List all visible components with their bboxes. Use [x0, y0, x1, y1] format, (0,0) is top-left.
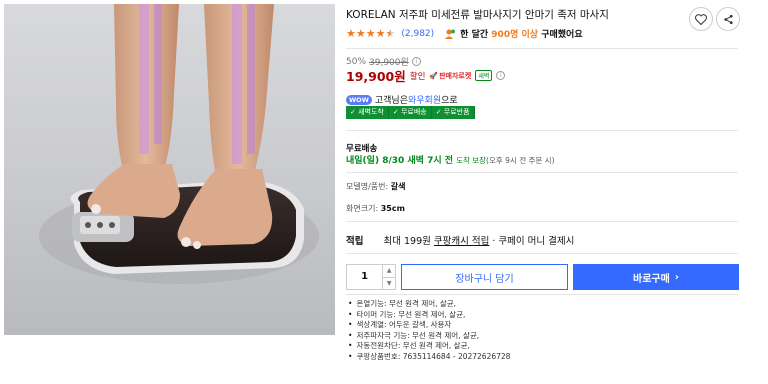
sale-price: 19,900원	[346, 69, 406, 84]
rating-row: ★ ★ ★ ★ ★ (2,982) 한 달간 900명 이상 구매했어요	[346, 27, 583, 40]
price-row: 19,900원 할인 🚀 판매자로켓 새벽 i	[346, 66, 506, 85]
benefit-tags: ✓ 새벽도착 ✓ 무료배송 ✓ 무료반품	[346, 106, 475, 119]
review-count-link[interactable]: (2,982)	[401, 29, 434, 39]
chevron-right-icon: ›	[674, 271, 679, 283]
product-image[interactable]	[4, 4, 335, 335]
seller-badge-label: 판매자로켓	[439, 71, 472, 80]
share-icon	[723, 14, 733, 24]
spec-text: 쿠팡상품번호: 7635114684 - 20272626728	[356, 351, 511, 361]
benefit-free-return: ✓ 무료반품	[431, 106, 475, 119]
divider	[346, 253, 738, 254]
purchase-suffix: 구매했어요	[541, 30, 583, 40]
spec-text: 타이머 기능: 무선 원격 제어, 살균,	[356, 309, 466, 319]
product-title: KORELAN 저주파 미세전류 발마사지기 안마기 족저 마사지	[346, 9, 609, 21]
sale-label: 할인	[409, 71, 426, 82]
option-model: 모델명/품번: 갈색	[346, 181, 405, 192]
wow-member-row: WOW 고객님은 와우회원 으로	[346, 93, 458, 106]
divider	[346, 294, 738, 295]
wow-suffix: 으로	[441, 96, 458, 106]
product-photo	[39, 4, 319, 284]
delivery-date: 내일(일) 8/30 새벽 7시 전	[346, 156, 454, 166]
wow-member-link[interactable]: 와우회원	[408, 93, 441, 106]
option-label: 모델명/품번:	[346, 182, 389, 191]
seller-rocket-badge: 🚀 판매자로켓	[429, 71, 471, 81]
benefit-free-shipping: ✓ 무료배송	[388, 106, 432, 119]
delivery-condition: (오후 9시 전 주문 시)	[486, 156, 555, 165]
info-icon[interactable]: i	[496, 71, 506, 80]
delivery-guarantee: 도착 보장	[456, 156, 487, 165]
purchase-highlight: 900명 이상	[491, 30, 539, 40]
cashback-condition: · 쿠페이 머니 결제시	[492, 236, 575, 247]
wishlist-button[interactable]	[689, 7, 713, 31]
option-value: 35cm	[380, 204, 405, 213]
divider	[346, 48, 738, 49]
star-icon: ★	[365, 27, 376, 40]
cashback-row: 적립 최대 199원 쿠팡캐시 적립 · 쿠페이 머니 결제시	[346, 233, 574, 247]
info-icon[interactable]: i	[411, 57, 421, 66]
spec-text: 색상계열: 어두운 갈색, 사용자	[356, 320, 452, 330]
quantity-arrows: ▲ ▼	[382, 265, 395, 289]
purchase-prefix: 한 달간	[460, 30, 489, 40]
benefit-dawn-delivery: ✓ 새벽도착	[346, 106, 389, 119]
dawn-tag: 새벽	[475, 70, 493, 81]
people-icon	[445, 29, 456, 39]
option-screen-size: 화면크기: 35cm	[346, 203, 405, 214]
divider	[346, 130, 738, 131]
buy-now-button[interactable]: 바로구매 ›	[573, 264, 739, 290]
star-icon: ★	[355, 27, 366, 40]
wow-badge: WOW	[346, 94, 372, 105]
spec-list: • 온열기능: 무선 원격 제어, 살균, • 타이머 기능: 무선 원격 제어, …	[348, 299, 510, 363]
option-label: 화면크기:	[346, 204, 379, 213]
purchase-count-text: 한 달간 900명 이상 구매했어요	[460, 27, 582, 40]
buy-now-label: 바로구매	[633, 273, 670, 285]
star-icon: ★	[346, 27, 356, 40]
discount-rate: 50%	[346, 56, 367, 67]
spec-text: 온열기능: 무선 원격 제어, 살균,	[356, 299, 457, 308]
cashback-label: 적립	[346, 236, 364, 247]
quantity-stepper[interactable]: 1 ▲ ▼	[346, 264, 396, 290]
divider	[346, 172, 738, 173]
coupang-cash-link[interactable]: 쿠팡캐시 적립	[434, 236, 489, 247]
spec-item: • 자동전원차단: 무선 원격 제어, 살균,	[348, 341, 470, 351]
quantity-input[interactable]: 1	[347, 265, 382, 289]
wow-prefix: 고객님은	[374, 96, 408, 106]
share-button[interactable]	[716, 7, 740, 31]
quantity-up-icon[interactable]: ▲	[383, 265, 395, 278]
spec-text: 저주파자극 기능: 무선 원격 제어, 살균,	[356, 330, 480, 340]
rocket-icon: 🚀	[429, 71, 439, 80]
heart-icon	[695, 13, 707, 25]
add-to-cart-button[interactable]: 장바구니 담기	[401, 264, 568, 290]
option-value: 갈색	[390, 182, 406, 191]
cashback-text: 최대 199원 쿠팡캐시 적립 · 쿠페이 머니 결제시	[383, 233, 574, 247]
star-rating[interactable]: ★ ★ ★ ★ ★	[346, 28, 395, 39]
cashback-amount: 최대 199원	[383, 236, 431, 247]
spec-item: • 온열기능: 무선 원격 제어, 살균,	[348, 299, 457, 308]
star-icon: ★	[375, 27, 386, 40]
spec-item: • 색상계열: 어두운 갈색, 사용자	[348, 320, 452, 330]
shipping-row: 내일(일) 8/30 새벽 7시 전 도착 보장 (오후 9시 전 주문 시)	[346, 153, 555, 166]
divider	[346, 221, 738, 222]
spec-item: • 저주파자극 기능: 무선 원격 제어, 살균,	[348, 330, 480, 340]
quantity-down-icon[interactable]: ▼	[383, 278, 395, 290]
spec-item: • 타이머 기능: 무선 원격 제어, 살균,	[348, 309, 466, 319]
spec-item: • 쿠팡상품번호: 7635114684 - 20272626728	[348, 351, 511, 361]
spec-text: 자동전원차단: 무선 원격 제어, 살균,	[356, 341, 470, 351]
star-half-icon: ★	[385, 27, 396, 40]
